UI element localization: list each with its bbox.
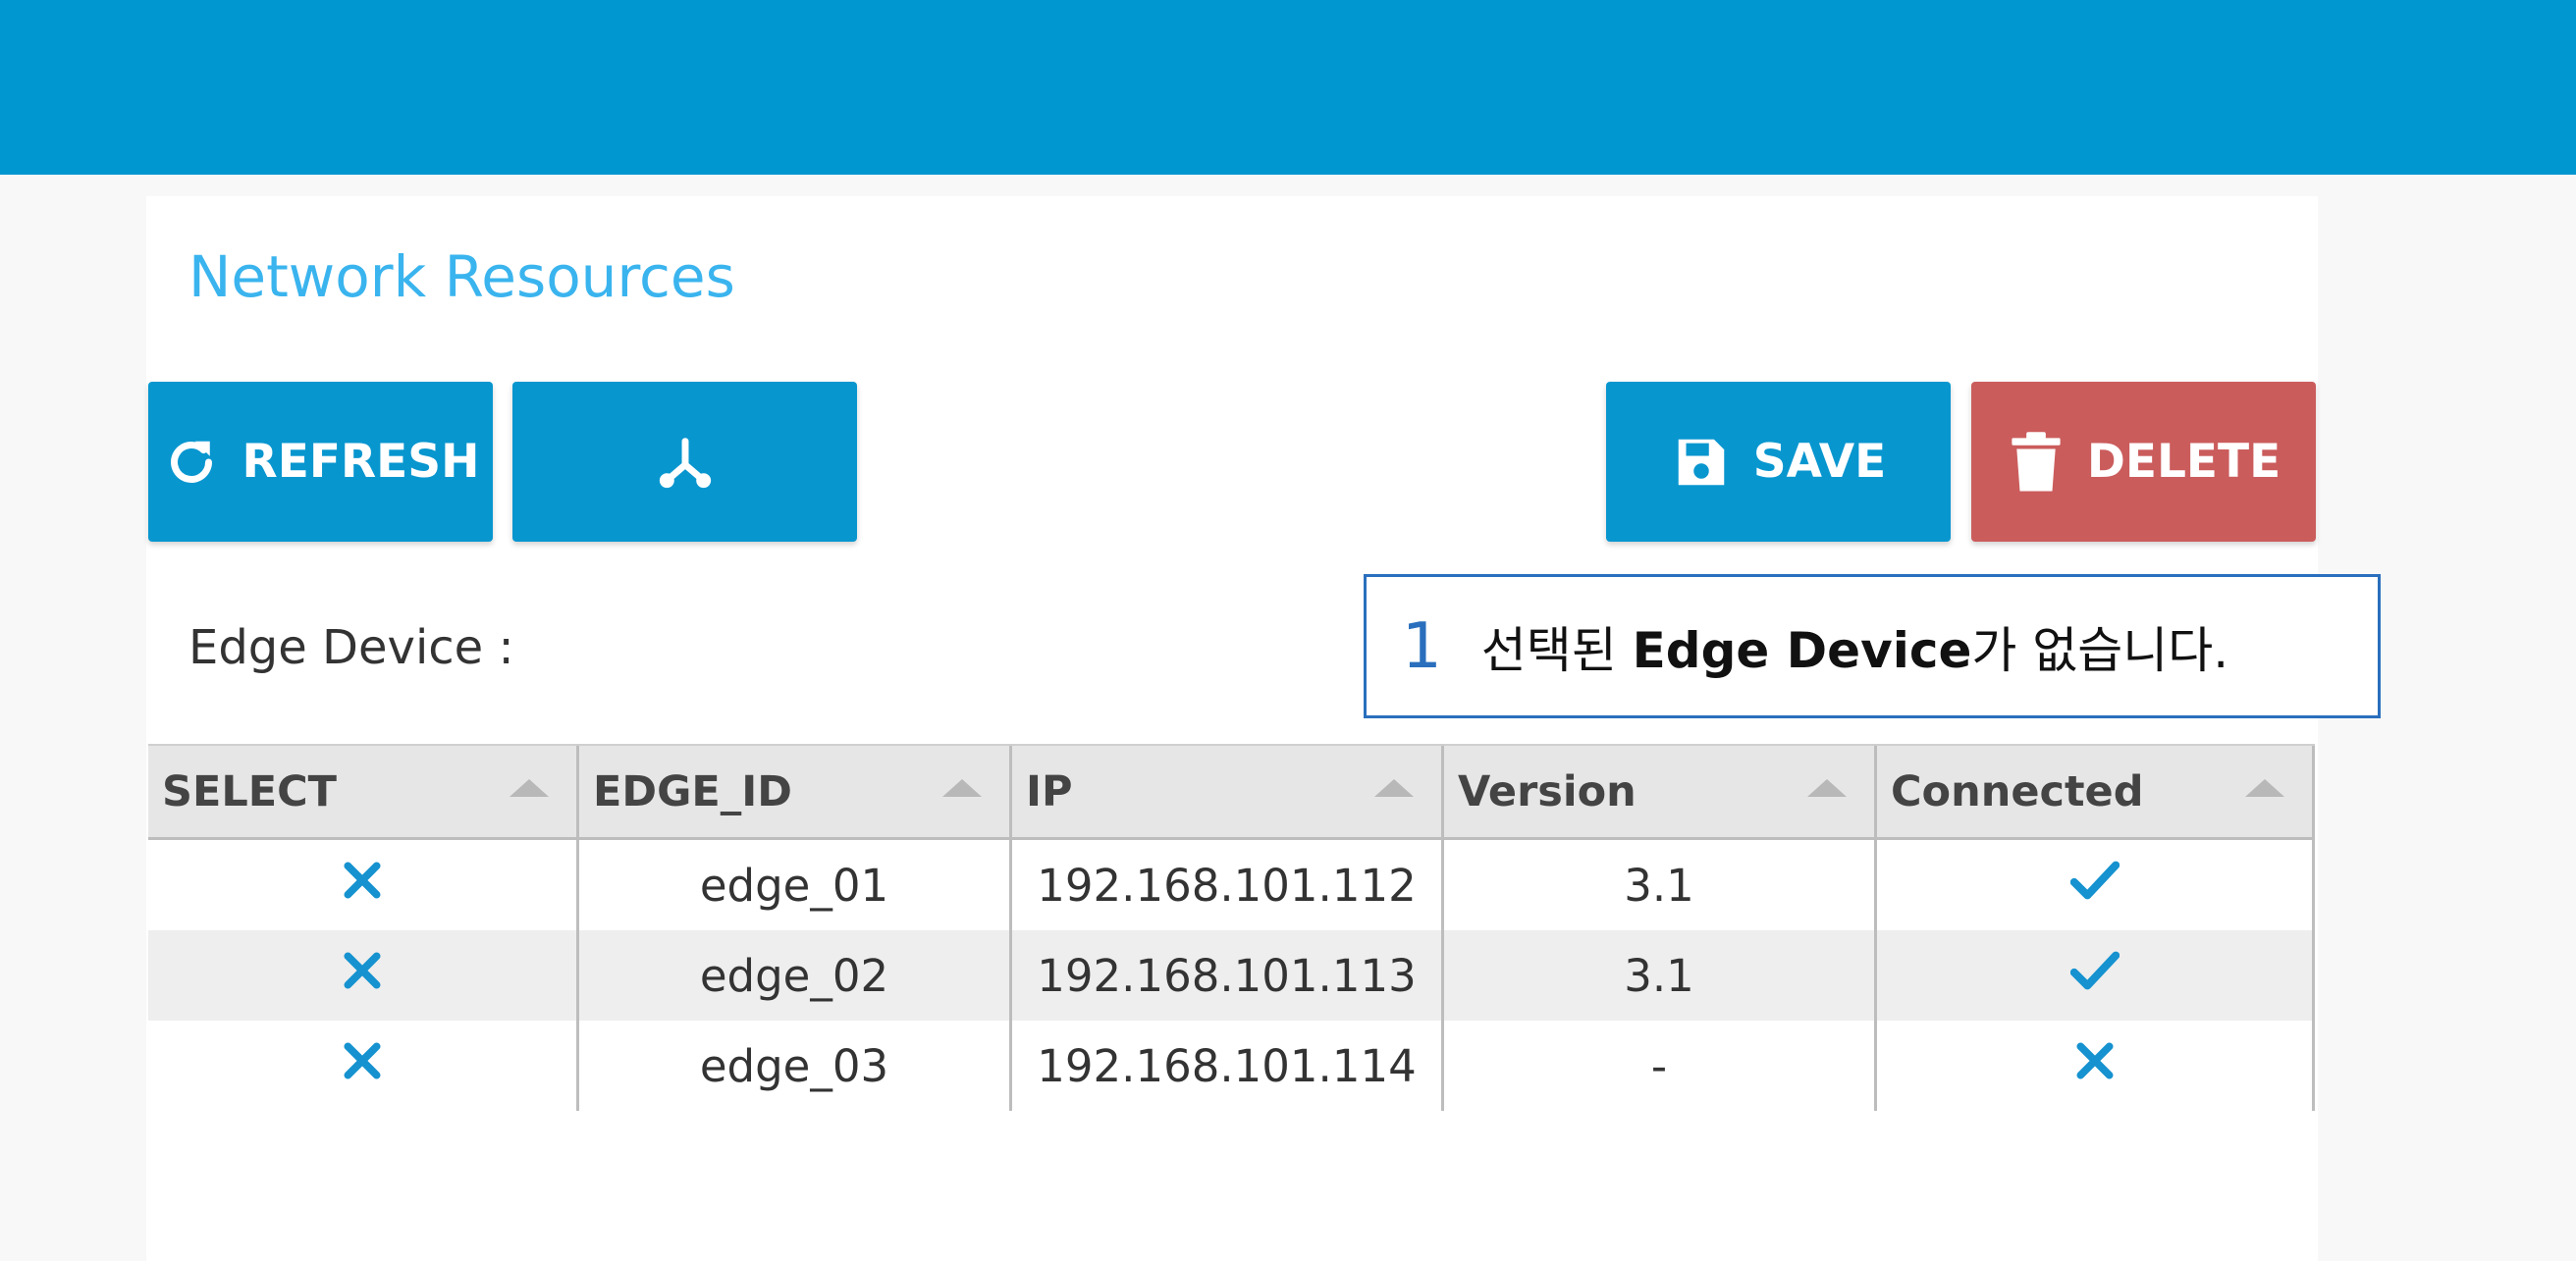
select-cell[interactable] <box>148 840 579 930</box>
column-header-label: Connected <box>1891 766 2144 816</box>
table-row[interactable]: edge_01 192.168.101.112 3.1 <box>148 840 2315 930</box>
callout-number: 1 <box>1402 609 1442 683</box>
version-cell: - <box>1444 1021 1877 1111</box>
table-row[interactable]: edge_03 192.168.101.114 - <box>148 1021 2315 1111</box>
column-header-edge-id[interactable]: EDGE_ID <box>579 746 1012 837</box>
callout-message: 선택된 Edge Device가 없습니다. <box>1481 611 2228 682</box>
save-button-label: SAVE <box>1752 435 1887 489</box>
ip-cell: 192.168.101.114 <box>1012 1021 1444 1111</box>
topology-button[interactable] <box>512 382 857 542</box>
check-icon <box>2069 859 2120 913</box>
version-cell: 3.1 <box>1444 840 1877 930</box>
column-header-label: Version <box>1458 766 1637 816</box>
select-cell[interactable] <box>148 1021 579 1111</box>
delete-button-label: DELETE <box>2086 435 2281 489</box>
sort-up-icon[interactable] <box>2245 779 2284 797</box>
column-header-label: EDGE_ID <box>593 766 792 816</box>
column-header-select[interactable]: SELECT <box>148 746 579 837</box>
delete-button[interactable]: DELETE <box>1971 382 2316 542</box>
table-row[interactable]: edge_02 192.168.101.113 3.1 <box>148 930 2315 1021</box>
callout-message-suffix: 가 없습니다. <box>1971 621 2229 679</box>
callout-message-prefix: 선택된 <box>1480 621 1633 679</box>
trash-icon <box>2007 431 2066 494</box>
refresh-button[interactable]: REFRESH <box>148 382 493 542</box>
refresh-icon <box>162 433 221 492</box>
column-header-connected[interactable]: Connected <box>1877 746 2315 837</box>
connected-cell <box>1877 1021 2315 1111</box>
save-icon <box>1671 432 1732 493</box>
save-button[interactable]: SAVE <box>1606 382 1951 542</box>
column-header-ip[interactable]: IP <box>1012 746 1444 837</box>
sort-up-icon[interactable] <box>510 779 549 797</box>
edge-id-cell: edge_01 <box>579 840 1012 930</box>
page-title: Network Resources <box>188 243 735 310</box>
x-icon[interactable] <box>341 949 384 1003</box>
x-icon <box>2073 1039 2117 1093</box>
check-icon <box>2069 949 2120 1003</box>
edge-device-table: SELECT EDGE_ID IP Version Connected edge… <box>148 744 2315 1111</box>
topology-icon <box>654 431 717 494</box>
edge-id-cell: edge_03 <box>579 1021 1012 1111</box>
column-header-label: SELECT <box>162 766 338 816</box>
column-header-version[interactable]: Version <box>1444 746 1877 837</box>
table-header: SELECT EDGE_ID IP Version Connected <box>148 744 2315 840</box>
top-header-bar <box>0 0 2576 175</box>
version-cell: 3.1 <box>1444 930 1877 1021</box>
x-icon[interactable] <box>341 859 384 913</box>
sort-up-icon[interactable] <box>1374 779 1414 797</box>
ip-cell: 192.168.101.113 <box>1012 930 1444 1021</box>
sort-up-icon[interactable] <box>942 779 982 797</box>
callout-message-bold: Edge Device <box>1632 621 1972 679</box>
sort-up-icon[interactable] <box>1807 779 1847 797</box>
annotation-callout: 1 선택된 Edge Device가 없습니다. <box>1364 574 2381 718</box>
ip-cell: 192.168.101.112 <box>1012 840 1444 930</box>
connected-cell <box>1877 930 2315 1021</box>
x-icon[interactable] <box>341 1039 384 1093</box>
connected-cell <box>1877 840 2315 930</box>
column-header-label: IP <box>1026 766 1073 816</box>
edge-device-label: Edge Device : <box>188 620 514 675</box>
select-cell[interactable] <box>148 930 579 1021</box>
refresh-button-label: REFRESH <box>242 435 480 489</box>
edge-id-cell: edge_02 <box>579 930 1012 1021</box>
